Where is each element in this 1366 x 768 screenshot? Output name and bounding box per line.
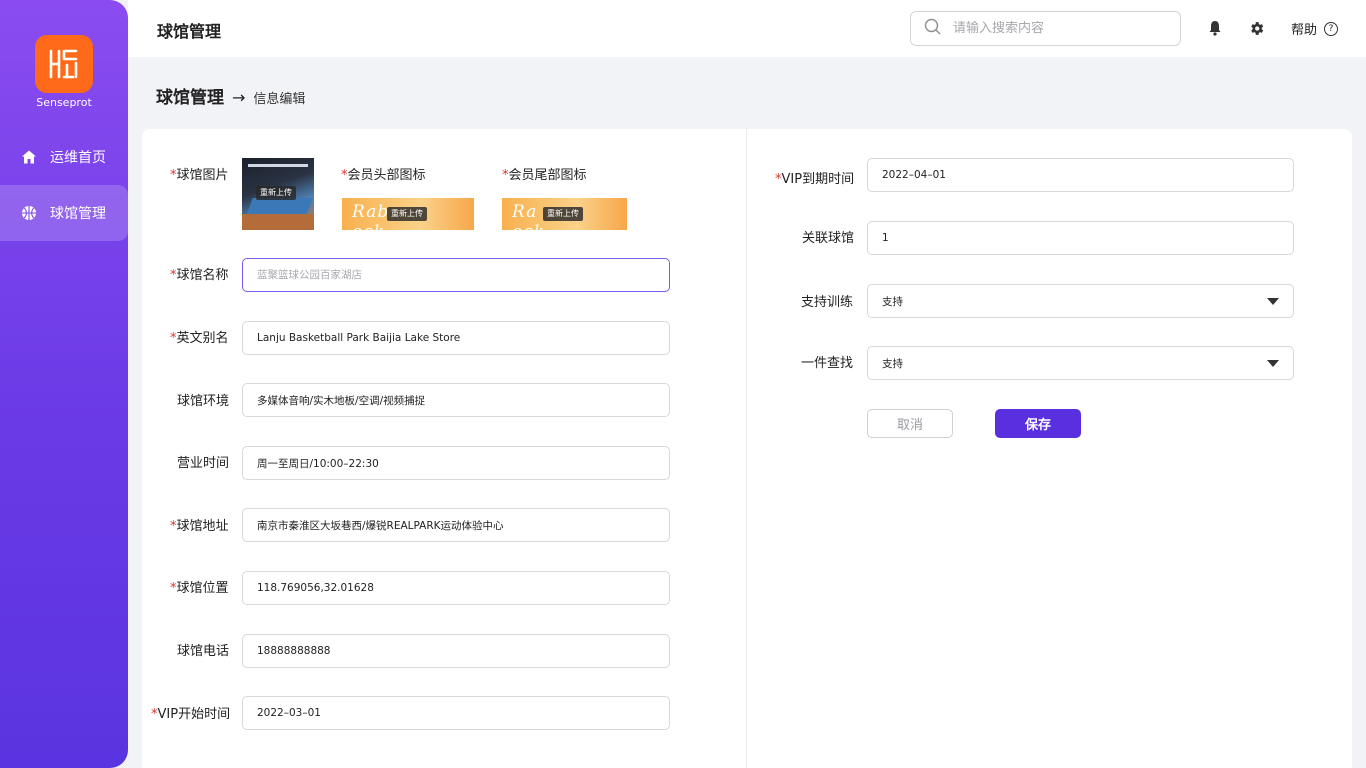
venue-image-label: *球馆图片 bbox=[170, 168, 229, 183]
member-head-icon-image[interactable]: Rabock 重新上传 bbox=[342, 198, 474, 230]
arrow-right-icon: → bbox=[232, 88, 246, 107]
venue-name-label: *球馆名称 bbox=[170, 268, 229, 283]
sidebar: Senseprot 运维首页 球馆管理 bbox=[0, 0, 128, 768]
address-field[interactable]: 南京市秦淮区大坂巷西/爆锐REALPARK运动体验中心 bbox=[242, 508, 670, 542]
location-label: *球馆位置 bbox=[170, 581, 229, 596]
vip-end-field[interactable]: 2022–04–01 bbox=[867, 158, 1294, 192]
support-training-label: 支持训练 bbox=[801, 295, 854, 310]
caret-down-icon bbox=[1267, 297, 1279, 305]
reupload-button[interactable]: 重新上传 bbox=[387, 207, 427, 221]
member-tail-icon-image[interactable]: Raock 重新上传 bbox=[502, 198, 627, 230]
breadcrumb: 球馆管理 → 信息编辑 bbox=[156, 83, 305, 108]
location-field[interactable]: 118.769056,32.01628 bbox=[242, 571, 670, 605]
linked-venue-field[interactable]: 1 bbox=[867, 221, 1294, 255]
venue-name-input[interactable] bbox=[257, 269, 655, 281]
help-label: 帮助 bbox=[1291, 23, 1318, 38]
sidebar-item-venue-management[interactable]: 球馆管理 bbox=[0, 185, 128, 241]
vip-start-label: *VIP开始时间 bbox=[151, 707, 231, 722]
one-click-lookup-select[interactable]: 支持 bbox=[867, 346, 1294, 380]
bell-icon[interactable] bbox=[1206, 19, 1224, 37]
environment-label: 球馆环境 bbox=[177, 394, 230, 409]
cancel-button[interactable]: 取消 bbox=[867, 409, 953, 438]
environment-field[interactable]: 多媒体音响/实木地板/空调/视频捕捉 bbox=[242, 383, 670, 417]
business-hours-label: 营业时间 bbox=[177, 456, 230, 471]
app-logo[interactable] bbox=[35, 35, 93, 93]
phone-label: 球馆电话 bbox=[177, 644, 230, 659]
address-label: *球馆地址 bbox=[170, 519, 229, 534]
breadcrumb-root[interactable]: 球馆管理 bbox=[156, 83, 224, 108]
question-circle-icon: ? bbox=[1324, 21, 1339, 36]
support-training-value: 支持 bbox=[882, 295, 903, 308]
banner-text: Rab bbox=[352, 202, 390, 222]
breadcrumb-current: 信息编辑 bbox=[253, 92, 306, 107]
phone-field[interactable]: 18888888888 bbox=[242, 634, 670, 668]
venue-name-field[interactable] bbox=[242, 258, 670, 292]
basketball-icon bbox=[20, 204, 38, 222]
top-bar: 球馆管理 帮助 ? bbox=[128, 0, 1366, 57]
search-box[interactable] bbox=[910, 11, 1181, 46]
venue-image[interactable]: 重新上传 bbox=[242, 158, 314, 230]
brand-name: Senseprot bbox=[36, 96, 92, 109]
vip-start-field[interactable]: 2022–03–01 bbox=[242, 696, 670, 730]
sidebar-item-ops-home[interactable]: 运维首页 bbox=[0, 129, 128, 185]
home-icon bbox=[20, 148, 38, 166]
gear-icon[interactable] bbox=[1247, 19, 1265, 37]
one-click-lookup-value: 支持 bbox=[882, 357, 903, 370]
vip-end-label: *VIP到期时间 bbox=[775, 172, 855, 187]
logo-mark-icon bbox=[49, 49, 78, 79]
linked-venue-label: 关联球馆 bbox=[802, 231, 855, 246]
reupload-button[interactable]: 重新上传 bbox=[256, 186, 296, 200]
support-training-select[interactable]: 支持 bbox=[867, 284, 1294, 318]
member-head-icon-label: *会员头部图标 bbox=[341, 168, 426, 183]
save-button[interactable]: 保存 bbox=[995, 409, 1081, 438]
page-header-title: 球馆管理 bbox=[157, 22, 222, 41]
one-click-lookup-label: 一件查找 bbox=[801, 356, 854, 371]
help-button[interactable]: 帮助 ? bbox=[1291, 19, 1339, 38]
business-hours-field[interactable]: 周一至周日/10:00–22:30 bbox=[242, 446, 670, 480]
sidebar-item-label: 运维首页 bbox=[50, 150, 106, 166]
caret-down-icon bbox=[1267, 359, 1279, 367]
column-divider bbox=[746, 129, 747, 768]
member-tail-icon-label: *会员尾部图标 bbox=[502, 168, 587, 183]
banner-text-tail: ock bbox=[512, 222, 545, 230]
english-alias-label: *英文别名 bbox=[170, 331, 229, 346]
banner-text: Ra bbox=[512, 202, 538, 222]
search-input[interactable] bbox=[953, 21, 1153, 36]
search-icon bbox=[924, 18, 941, 39]
english-alias-field[interactable]: Lanju Basketball Park Baijia Lake Store bbox=[242, 321, 670, 355]
banner-text-tail: ock bbox=[352, 222, 385, 230]
sidebar-item-label: 球馆管理 bbox=[50, 206, 106, 222]
reupload-button[interactable]: 重新上传 bbox=[543, 207, 583, 221]
